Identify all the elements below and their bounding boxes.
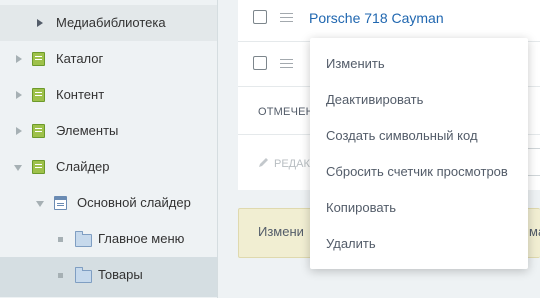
expand-arrow-icon[interactable] [16,127,22,135]
tree-item-label: Элементы [56,123,119,138]
tree-item-products[interactable]: Товары [0,257,217,297]
tree-item-label: Товары [98,267,143,282]
tree-item-elements[interactable]: Элементы [0,113,217,149]
list-doc-icon [54,196,67,210]
row-checkbox[interactable] [253,10,267,24]
pencil-icon [259,158,268,167]
drag-handle-icon[interactable] [280,13,293,22]
catalog-icon [32,52,45,66]
tree-item-catalog[interactable]: Каталог [0,41,217,77]
menu-item-reset-views[interactable]: Сбросить счетчик просмотров [326,164,508,179]
drag-handle-icon[interactable] [280,59,293,68]
menu-item-deactivate[interactable]: Деактивировать [326,92,423,107]
tree-item-label: Медиабиблиотека [56,15,166,30]
menu-item-edit[interactable]: Изменить [326,56,385,71]
context-menu: Изменить Деактивировать Создать символьн… [310,38,528,269]
folder-icon [75,231,92,247]
menu-item-copy[interactable]: Копировать [326,200,396,215]
folder-icon [75,267,92,283]
selected-count-label: ОТМЕЧЕН [258,106,314,118]
tree-item-main-slider[interactable]: Основной слайдер [0,185,217,221]
expand-arrow-icon[interactable] [37,19,43,27]
catalog-icon [32,88,45,102]
expand-arrow-icon[interactable] [16,55,22,63]
catalog-icon [32,124,45,138]
tree-item-content[interactable]: Контент [0,77,217,113]
tree-item-label: Каталог [56,51,104,66]
menu-item-delete[interactable]: Удалить [326,236,376,251]
admin-tree-sidebar: Медиабиблиотека Каталог Контент Элементы… [0,0,218,298]
catalog-icon [32,160,45,174]
cancel-button-label[interactable]: ма [529,224,540,239]
tree-item-label: Контент [56,87,105,102]
tree-item-mediabiblioteka[interactable]: Медиабиблиотека [0,5,217,41]
tree-item-label: Главное меню [98,231,185,246]
bullet-icon [58,237,63,242]
edit-action-label[interactable]: РЕДАК [274,158,310,170]
apply-button-label[interactable]: Измени [258,224,304,239]
row-checkbox[interactable] [253,56,267,70]
tree-item-label: Основной слайдер [77,195,191,210]
bullet-icon [58,273,63,278]
tree-item-main-menu[interactable]: Главное меню [0,221,217,257]
collapse-arrow-icon[interactable] [14,165,22,171]
tree-item-slider[interactable]: Слайдер [0,149,217,185]
menu-item-create-code[interactable]: Создать символьный код [326,128,478,143]
element-title-link[interactable]: Porsche 718 Cayman [309,10,444,26]
collapse-arrow-icon[interactable] [36,201,44,207]
tree-item-label: Слайдер [56,159,110,174]
expand-arrow-icon[interactable] [16,91,22,99]
